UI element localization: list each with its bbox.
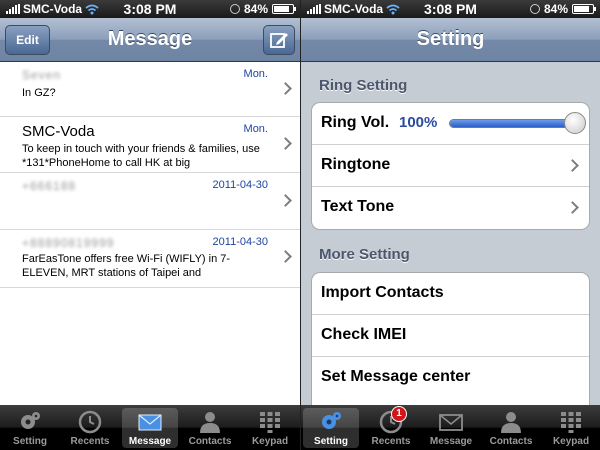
tab-label: Message — [128, 436, 172, 447]
envelope-icon — [439, 414, 463, 431]
notification-badge: 1 — [391, 406, 407, 422]
envelope-icon — [138, 414, 162, 431]
battery-icon — [272, 4, 296, 14]
set-message-center-label: Set Message center — [321, 368, 471, 385]
tab-label: Recents — [70, 436, 110, 447]
ring-volume-value: 100% — [399, 114, 438, 131]
ringtone-label: Ringtone — [321, 156, 391, 173]
lock-rotation-icon — [229, 4, 240, 14]
message-date: 2011-04-30 — [212, 179, 268, 191]
keypad-icon — [260, 412, 280, 433]
tab-setting[interactable]: Setting — [2, 408, 58, 448]
lock-rotation-icon — [529, 4, 540, 14]
tab-message[interactable]: Message — [423, 408, 479, 448]
person-icon — [501, 412, 521, 433]
message-preview: In GZ? — [22, 87, 56, 99]
tab-label: Keypad — [552, 436, 590, 447]
tab-bar: Setting 1 Recents Message Contacts Keypa… — [301, 405, 600, 450]
message-sender: +88890819999 — [22, 236, 115, 250]
clock-icon — [78, 410, 102, 434]
status-right: 84% — [229, 2, 296, 16]
tab-setting[interactable]: Setting — [303, 408, 359, 448]
import-contacts-row[interactable]: Import Contacts — [312, 273, 589, 315]
ring-volume-label: Ring Vol. — [321, 114, 390, 131]
ring-setting-group: Ring Vol. 100% Ringtone Text Tone — [311, 102, 590, 230]
section-title-ring: Ring Setting — [319, 77, 408, 94]
ring-volume-slider[interactable] — [449, 119, 575, 128]
message-row[interactable]: +666188 2011-04-30 — [0, 173, 300, 230]
check-imei-label: Check IMEI — [321, 326, 407, 343]
check-imei-row[interactable]: Check IMEI — [312, 315, 589, 357]
battery-percent: 84% — [243, 2, 268, 16]
page-title: Setting — [416, 28, 485, 50]
message-preview: FarEasTone offers free Wi-Fi (WIFLY) in … — [22, 253, 231, 279]
slider-thumb[interactable] — [564, 112, 586, 134]
ring-volume-row: Ring Vol. 100% — [312, 103, 589, 145]
nav-bar: Edit Message — [0, 18, 300, 62]
text-tone-row[interactable]: Text Tone — [312, 187, 589, 229]
message-sender: Seven — [22, 68, 62, 82]
tab-recents[interactable]: Recents — [62, 408, 118, 448]
slider-fill — [450, 120, 574, 127]
section-title-more: More Setting — [319, 246, 410, 263]
tab-label: Setting — [13, 436, 47, 447]
message-preview: To keep in touch with your friends & fam… — [22, 143, 260, 169]
message-list: Seven Mon. In GZ? SMC-Voda Mon. To keep … — [0, 62, 300, 405]
tab-label: Message — [429, 436, 473, 447]
tab-label: Keypad — [251, 436, 289, 447]
chevron-right-icon — [279, 250, 292, 263]
message-screen: SMC-Voda 3:08 PM 84% Edit Message Seven … — [0, 0, 300, 450]
import-contacts-label: Import Contacts — [321, 284, 444, 301]
battery-percent: 84% — [543, 2, 568, 16]
keypad-icon — [561, 412, 581, 433]
tab-message[interactable]: Message — [122, 408, 178, 448]
chevron-right-icon — [279, 194, 292, 207]
setting-screen: SMC-Voda 3:08 PM 84% Setting Ring Settin… — [301, 0, 600, 450]
gear-icon — [322, 412, 341, 429]
nav-bar: Setting — [301, 18, 600, 62]
status-bar: SMC-Voda 3:08 PM 84% — [0, 0, 300, 18]
tab-keypad[interactable]: Keypad — [543, 408, 599, 448]
more-setting-group: Import Contacts Check IMEI Set Message c… — [311, 272, 590, 412]
gear-icon — [21, 412, 40, 429]
tab-recents[interactable]: 1 Recents — [363, 406, 419, 448]
status-bar: SMC-Voda 3:08 PM 84% — [301, 0, 600, 18]
person-icon — [200, 412, 220, 433]
message-date: Mon. — [243, 68, 268, 80]
message-date: Mon. — [243, 123, 268, 135]
chevron-right-icon — [279, 137, 292, 150]
set-message-center-row[interactable]: Set Message center — [312, 357, 589, 399]
chevron-right-icon — [566, 159, 579, 172]
tab-contacts[interactable]: Contacts — [182, 408, 238, 448]
tab-bar: Setting Recents Message Contacts Keypad — [0, 405, 300, 450]
chevron-right-icon — [279, 82, 292, 95]
message-date: 2011-04-30 — [212, 236, 268, 248]
message-row[interactable]: +88890819999 2011-04-30 FarEasTone offer… — [0, 230, 300, 288]
tab-keypad[interactable]: Keypad — [242, 408, 298, 448]
tab-contacts[interactable]: Contacts — [483, 408, 539, 448]
status-right: 84% — [529, 2, 596, 16]
chevron-right-icon — [566, 201, 579, 214]
text-tone-label: Text Tone — [321, 198, 395, 215]
message-sender: +666188 — [22, 179, 77, 193]
tab-label: Recents — [371, 436, 411, 447]
tab-label: Setting — [314, 436, 348, 447]
battery-icon — [572, 4, 596, 14]
message-row[interactable]: SMC-Voda Mon. To keep in touch with your… — [0, 117, 300, 173]
message-sender: SMC-Voda — [22, 123, 95, 140]
page-title: Message — [107, 28, 193, 50]
ringtone-row[interactable]: Ringtone — [312, 145, 589, 187]
compose-icon — [270, 33, 288, 48]
tab-label: Contacts — [489, 436, 533, 447]
message-row[interactable]: Seven Mon. In GZ? — [0, 62, 300, 117]
compose-button[interactable] — [263, 25, 295, 55]
tab-label: Contacts — [188, 436, 232, 447]
